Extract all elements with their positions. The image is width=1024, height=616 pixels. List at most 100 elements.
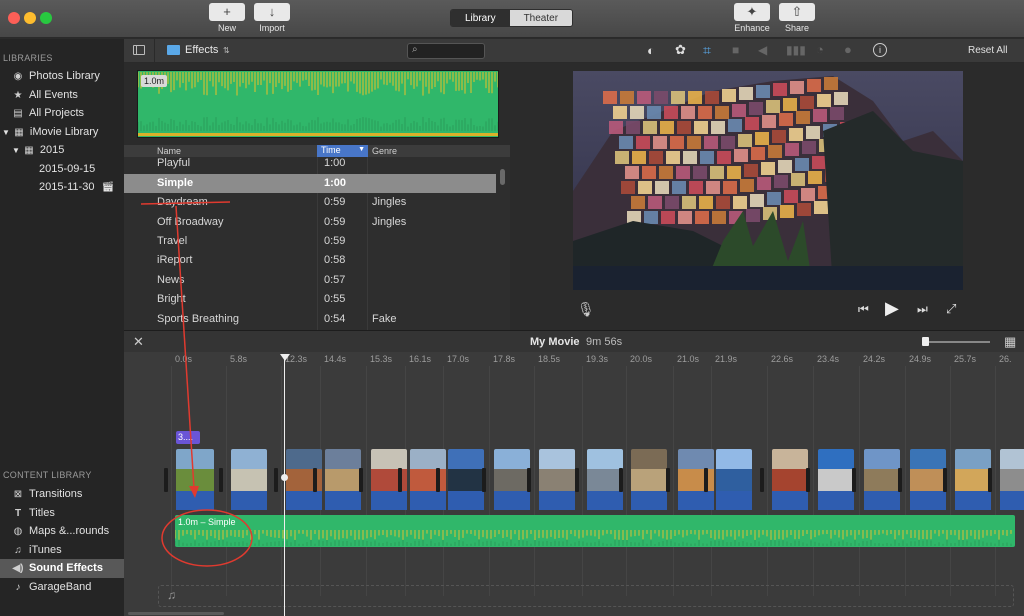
skip-back-icon[interactable]: ⏮︎	[858, 302, 869, 317]
sidebar-item-all-projects[interactable]: ▤ All Projects	[0, 104, 124, 123]
list-item[interactable]: Sports Breathing 0:54 Fake	[124, 310, 496, 330]
clip-audio-bar[interactable]	[371, 491, 407, 510]
video-clip-thumbnail[interactable]	[494, 449, 530, 493]
music-well[interactable]: ♫	[158, 585, 1014, 607]
clip-gap[interactable]	[760, 468, 764, 492]
playhead-handle[interactable]	[280, 354, 290, 361]
crop-icon[interactable]: ⌗	[703, 42, 711, 59]
clip-gap[interactable]	[852, 468, 856, 492]
clip-audio-bar[interactable]	[864, 491, 900, 510]
sidebar-item-2015-11-30[interactable]: 2015-11-30 🎬︎	[0, 178, 124, 197]
zoom-window-button[interactable]	[40, 12, 52, 24]
close-timeline-icon[interactable]: ✕	[133, 334, 144, 350]
audio-clip-sound-effect[interactable]: 1.0m – Simple	[175, 515, 1015, 547]
clip-audio-bar[interactable]	[631, 491, 667, 510]
clip-gap[interactable]	[943, 468, 947, 492]
volume-icon[interactable]: ◀	[758, 43, 767, 57]
clip-audio-bar[interactable]	[176, 491, 214, 510]
clip-audio-bar[interactable]	[772, 491, 808, 510]
video-clip-thumbnail[interactable]	[587, 449, 623, 493]
skip-forward-icon[interactable]: ⏭︎	[917, 302, 928, 317]
video-clip-thumbnail[interactable]	[716, 449, 752, 493]
chevron-updown-icon[interactable]: ⇅	[223, 46, 230, 55]
clip-audio-bar[interactable]	[325, 491, 361, 510]
clip-gap[interactable]	[313, 468, 317, 492]
equalizer-icon[interactable]: ▮▮▮	[786, 43, 806, 57]
video-clip-thumbnail[interactable]	[410, 449, 446, 493]
clip-audio-bar[interactable]	[539, 491, 575, 510]
clip-gap[interactable]	[482, 468, 486, 492]
disclosure-triangle-icon[interactable]: ▼	[2, 128, 10, 137]
video-clip-thumbnail[interactable]	[448, 449, 484, 493]
sidebar-item-maps-backgrounds[interactable]: ◍ Maps &...rounds	[0, 522, 124, 541]
sidebar-item-photos-library[interactable]: ◉ Photos Library	[0, 67, 124, 86]
minimize-window-button[interactable]	[24, 12, 36, 24]
effect-waveform-preview[interactable]: 1.0m	[137, 70, 499, 138]
stabilization-icon[interactable]: ■	[732, 43, 739, 57]
sidebar-item-2015[interactable]: ▼ ▦ 2015	[0, 141, 124, 160]
new-button[interactable]: + New	[209, 3, 245, 33]
list-item[interactable]: Off Broadway 0:59 Jingles	[124, 213, 496, 233]
color-palette-icon[interactable]: ✿	[675, 42, 686, 58]
zoom-slider-knob[interactable]	[922, 337, 929, 346]
clip-gap[interactable]	[398, 468, 402, 492]
video-clip-thumbnail[interactable]	[910, 449, 946, 493]
list-item[interactable]: Bright 0:55	[124, 290, 496, 310]
speed-icon[interactable]: ◔	[816, 42, 824, 57]
clip-audio-bar[interactable]	[716, 491, 752, 510]
reset-all-button[interactable]: Reset All	[968, 45, 1007, 56]
clip-audio-bar[interactable]	[231, 491, 267, 510]
clip-gap[interactable]	[988, 468, 992, 492]
column-genre[interactable]: Genre	[372, 146, 397, 156]
sidebar-item-imovie-library[interactable]: ▼ ▦ iMovie Library	[0, 123, 124, 142]
clip-gap[interactable]	[164, 468, 168, 492]
info-icon[interactable]: i	[873, 43, 887, 57]
clip-audio-bar[interactable]	[955, 491, 991, 510]
color-balance-icon[interactable]: ◐	[647, 43, 655, 58]
sidebar-item-transitions[interactable]: ⊠ Transitions	[0, 485, 124, 504]
clip-gap[interactable]	[666, 468, 670, 492]
list-item[interactable]: Playful 1:00	[124, 154, 496, 174]
disclosure-triangle-icon[interactable]: ▼	[12, 146, 20, 155]
zoom-slider[interactable]	[922, 341, 990, 343]
video-clip-thumbnail[interactable]	[678, 449, 714, 493]
sidebar-item-titles[interactable]: T Titles	[0, 504, 124, 523]
import-button[interactable]: ↓ Import	[254, 3, 290, 33]
list-item[interactable]: Daydream 0:59 Jingles	[124, 193, 496, 213]
share-button[interactable]: ⇧ Share	[779, 3, 815, 33]
list-item[interactable]: iReport 0:58	[124, 251, 496, 271]
column-time[interactable]: Time ▼	[317, 145, 368, 157]
theater-tab[interactable]: Theater	[509, 10, 573, 26]
sidebar-item-2015-09-15[interactable]: 2015-09-15	[0, 160, 124, 179]
video-clip-thumbnail[interactable]	[818, 449, 854, 493]
fullscreen-icon[interactable]: ⤢	[946, 301, 956, 317]
list-item[interactable]: News 0:57	[124, 271, 496, 291]
filmstrip-settings-icon[interactable]: ▦	[1004, 334, 1016, 350]
clip-gap[interactable]	[619, 468, 623, 492]
voiceover-microphone-icon[interactable]: 🎙︎	[577, 301, 595, 318]
clip-audio-bar[interactable]	[1000, 491, 1024, 510]
browser-title[interactable]: Effects	[185, 44, 218, 56]
clip-audio-bar[interactable]	[587, 491, 623, 510]
list-item-selected[interactable]: Simple 1:00	[124, 173, 496, 194]
video-clip-thumbnail[interactable]	[772, 449, 808, 493]
clip-gap[interactable]	[704, 468, 708, 492]
clip-gap[interactable]	[274, 468, 278, 492]
video-clip-thumbnail[interactable]	[864, 449, 900, 493]
video-clip-thumbnail[interactable]	[325, 449, 361, 493]
search-input[interactable]: ⌕	[407, 43, 485, 59]
clip-audio-bar[interactable]	[494, 491, 530, 510]
clip-gap[interactable]	[527, 468, 531, 492]
library-tab[interactable]: Library	[451, 10, 510, 26]
clip-audio-bar[interactable]	[910, 491, 946, 510]
clip-gap[interactable]	[575, 468, 579, 492]
video-clip-thumbnail[interactable]	[1000, 449, 1024, 493]
sidebar-item-sound-effects[interactable]: ◀) Sound Effects	[0, 559, 124, 578]
clip-gap[interactable]	[436, 468, 440, 492]
list-item[interactable]: Travel 0:59	[124, 232, 496, 252]
clip-gap[interactable]	[898, 468, 902, 492]
clip-audio-bar[interactable]	[286, 491, 322, 510]
sidebar-item-all-events[interactable]: ★ All Events	[0, 86, 124, 105]
list-scrollbar[interactable]	[500, 169, 505, 185]
video-clip-thumbnail[interactable]	[955, 449, 991, 493]
